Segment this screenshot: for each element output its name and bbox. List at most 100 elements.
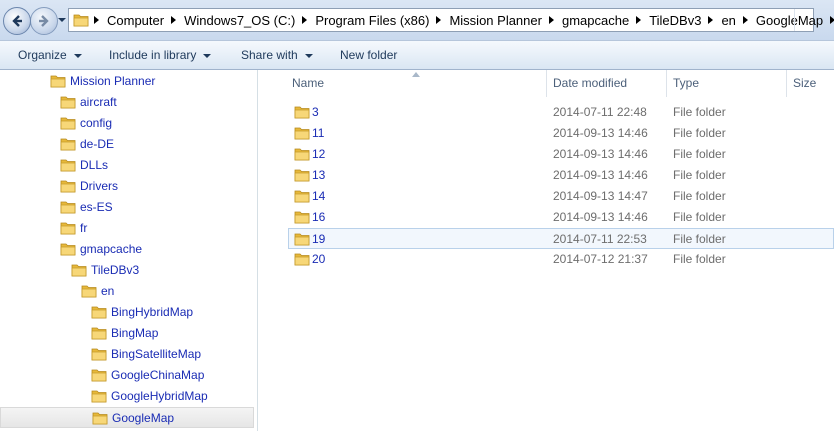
folder-icon <box>50 74 66 88</box>
folder-icon <box>294 147 310 161</box>
file-row[interactable]: 19 2014-07-11 22:53 File folder <box>288 228 834 249</box>
file-date-modified: 2014-09-13 14:46 <box>553 147 648 161</box>
column-header-type[interactable]: Type <box>673 70 699 97</box>
column-header-date-modified[interactable]: Date modified <box>553 70 627 97</box>
breadcrumb-item[interactable]: TileDBv3 <box>646 13 704 28</box>
folder-icon <box>60 116 76 130</box>
column-divider[interactable] <box>786 70 787 97</box>
file-name: 12 <box>312 147 326 161</box>
file-type: File folder <box>673 252 726 266</box>
tree-item[interactable]: config <box>0 113 254 134</box>
folder-icon <box>81 284 97 298</box>
forward-button[interactable] <box>30 7 58 35</box>
folder-icon <box>60 200 76 214</box>
sort-ascending-icon <box>412 72 420 77</box>
new-folder-label: New folder <box>340 48 398 62</box>
folder-icon <box>60 179 76 193</box>
tree-item[interactable]: BingMap <box>0 323 254 344</box>
command-bar: Organize Include in library Share with N… <box>0 41 834 70</box>
new-folder-button[interactable]: New folder <box>340 41 397 69</box>
folder-icon <box>294 252 310 266</box>
tree-item[interactable]: aircraft <box>0 92 254 113</box>
breadcrumb-item[interactable]: GoogleMap <box>753 13 826 28</box>
tree-item[interactable]: es-ES <box>0 197 254 218</box>
tree-item[interactable]: GoogleMap <box>0 407 254 428</box>
address-breadcrumb-box[interactable]: Computer Windows7_OS (C:) Program Files (x… <box>68 8 834 32</box>
tree-item-label: fr <box>80 221 88 235</box>
breadcrumb-separator-chevron-icon[interactable] <box>704 9 718 31</box>
share-with-button[interactable]: Share with <box>241 41 313 69</box>
folder-icon <box>294 126 310 140</box>
tree-item[interactable]: gmapcache <box>0 239 254 260</box>
tree-item[interactable]: de-DE <box>0 134 254 155</box>
tree-item[interactable]: GoogleHybridMap <box>0 386 254 407</box>
tree-item-label: BingSatelliteMap <box>111 347 202 361</box>
file-date-modified: 2014-09-13 14:46 <box>553 210 648 224</box>
breadcrumb-item[interactable]: Computer <box>104 13 167 28</box>
tree-item[interactable]: Mission Planner <box>0 71 254 92</box>
column-divider[interactable] <box>666 70 667 97</box>
tree-item[interactable]: DLLs <box>0 155 254 176</box>
file-row[interactable]: 16 2014-09-13 14:46 File folder <box>284 207 834 228</box>
recent-pages-chevron-icon[interactable] <box>58 16 66 24</box>
tree-item[interactable]: en <box>0 281 254 302</box>
back-button[interactable] <box>3 7 31 35</box>
file-date-modified: 2014-07-11 22:48 <box>553 105 647 119</box>
include-in-library-button[interactable]: Include in library <box>109 41 212 69</box>
tree-item[interactable]: TileDBv3 <box>0 260 254 281</box>
folder-icon <box>91 347 107 361</box>
breadcrumb-item[interactable]: Windows7_OS (C:) <box>181 13 298 28</box>
file-name: 3 <box>312 105 319 119</box>
back-arrow-icon <box>12 15 22 27</box>
navigation-pane[interactable]: Mission Planner aircraft config de-DE DLLs Dr… <box>0 70 258 431</box>
tree-item[interactable]: fr <box>0 218 254 239</box>
file-date-modified: 2014-09-13 14:46 <box>553 126 648 140</box>
folder-icon <box>294 232 310 246</box>
file-row[interactable]: 11 2014-09-13 14:46 File folder <box>284 123 834 144</box>
breadcrumb-separator-chevron-icon[interactable] <box>90 9 104 31</box>
tree-item[interactable]: Drivers <box>0 176 254 197</box>
tree-item-label: Mission Planner <box>70 74 156 88</box>
folder-icon <box>91 305 107 319</box>
folder-icon <box>60 158 76 172</box>
folder-icon <box>91 326 107 340</box>
file-type: File folder <box>673 210 726 224</box>
file-row[interactable]: 14 2014-09-13 14:47 File folder <box>284 186 834 207</box>
file-list[interactable]: Name Date modified Type Size 3 2014-07-11… <box>284 70 834 431</box>
tree-item[interactable]: BingHybridMap <box>0 302 254 323</box>
breadcrumb-item[interactable]: Program Files (x86) <box>312 13 432 28</box>
address-dropdown[interactable] <box>794 9 813 31</box>
file-row[interactable]: 12 2014-09-13 14:46 File folder <box>284 144 834 165</box>
column-header-name[interactable]: Name <box>292 70 324 97</box>
breadcrumb-separator-chevron-icon[interactable] <box>545 9 559 31</box>
breadcrumb-item[interactable]: Mission Planner <box>446 13 545 28</box>
breadcrumb-separator-chevron-icon[interactable] <box>432 9 446 31</box>
file-name: 13 <box>312 168 326 182</box>
file-row[interactable]: 20 2014-07-12 21:37 File folder <box>284 249 834 270</box>
file-row[interactable]: 13 2014-09-13 14:46 File folder <box>284 165 834 186</box>
breadcrumb-item[interactable]: gmapcache <box>559 13 632 28</box>
breadcrumb-separator-chevron-icon[interactable] <box>826 9 834 31</box>
tree-item-label: Drivers <box>80 179 118 193</box>
file-name: 16 <box>312 210 326 224</box>
column-divider[interactable] <box>546 70 547 97</box>
file-date-modified: 2014-09-13 14:46 <box>553 168 648 182</box>
breadcrumb-separator-chevron-icon[interactable] <box>167 9 181 31</box>
breadcrumb-separator-chevron-icon[interactable] <box>632 9 646 31</box>
column-header-size[interactable]: Size <box>793 70 816 97</box>
folder-icon <box>91 389 107 403</box>
tree-item[interactable]: BingSatelliteMap <box>0 344 254 365</box>
file-date-modified: 2014-07-11 22:53 <box>553 232 647 246</box>
file-type: File folder <box>673 105 726 119</box>
tree-item-label: BingHybridMap <box>111 305 194 319</box>
organize-button[interactable]: Organize <box>18 41 82 69</box>
file-type: File folder <box>673 147 726 161</box>
folder-icon <box>60 95 76 109</box>
address-bar-area: Computer Windows7_OS (C:) Program Files (x… <box>0 0 834 41</box>
breadcrumb-item[interactable]: en <box>718 13 738 28</box>
folder-icon <box>294 105 310 119</box>
breadcrumb-separator-chevron-icon[interactable] <box>739 9 753 31</box>
breadcrumb-separator-chevron-icon[interactable] <box>298 9 312 31</box>
file-row[interactable]: 3 2014-07-11 22:48 File folder <box>284 102 834 123</box>
tree-item[interactable]: GoogleChinaMap <box>0 365 254 386</box>
